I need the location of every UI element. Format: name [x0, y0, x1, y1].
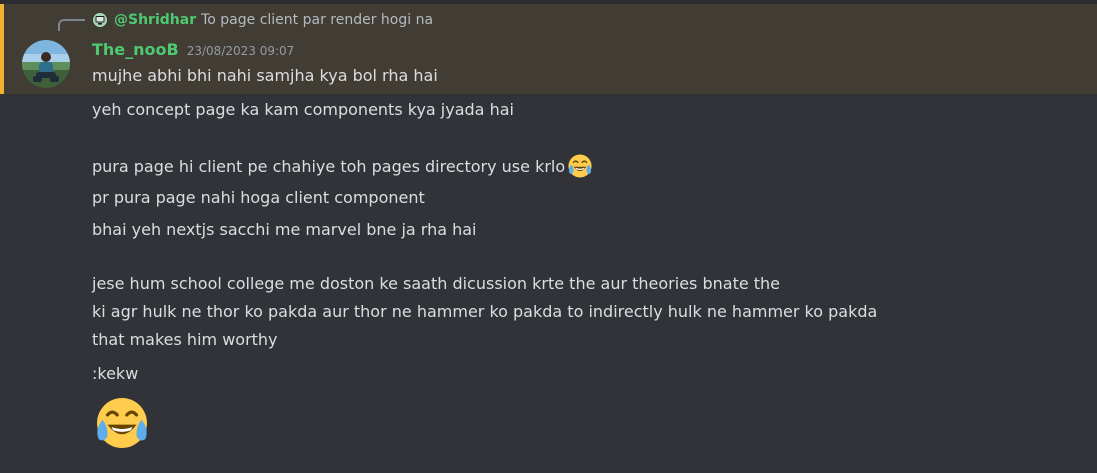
message-line: that makes him worthy	[92, 330, 278, 349]
message-line: jese hum school college me doston ke saa…	[92, 274, 781, 293]
timestamp[interactable]: 23/08/2023 09:07	[187, 44, 295, 58]
message-line: :kekw	[92, 364, 139, 383]
reply-mention[interactable]: @Shridhar	[114, 12, 196, 28]
message-line: yeh concept page ka kam components kya j…	[92, 100, 514, 119]
chat-message-area: @Shridhar To page client par render hogi…	[0, 0, 1097, 473]
mention-highlight-bar	[0, 4, 4, 94]
username[interactable]: The_nooB	[92, 40, 179, 59]
message-line: pr pura page nahi hoga client component	[92, 188, 425, 207]
reply-preview[interactable]: @Shridhar To page client par render hogi…	[92, 8, 433, 32]
message-line: ki agr hulk ne thor ko pakda aur thor ne…	[92, 302, 878, 321]
avatar[interactable]	[22, 40, 70, 88]
face-with-tears-of-joy-icon[interactable]	[567, 153, 593, 179]
reply-connector	[58, 19, 85, 31]
reply-avatar-icon	[92, 12, 108, 28]
avatar-image	[22, 40, 70, 88]
message-line: pura page hi client pe chahiye toh pages…	[92, 153, 593, 179]
message-line: mujhe abhi bhi nahi samjha kya bol rha h…	[92, 66, 438, 85]
face-with-tears-of-joy-icon[interactable]	[92, 394, 152, 452]
message-line: bhai yeh nextjs sacchi me marvel bne ja …	[92, 220, 477, 239]
message-line-text: pura page hi client pe chahiye toh pages…	[92, 157, 566, 176]
reply-text[interactable]: To page client par render hogi na	[201, 12, 433, 28]
message-header: The_nooB 23/08/2023 09:07	[92, 40, 294, 64]
